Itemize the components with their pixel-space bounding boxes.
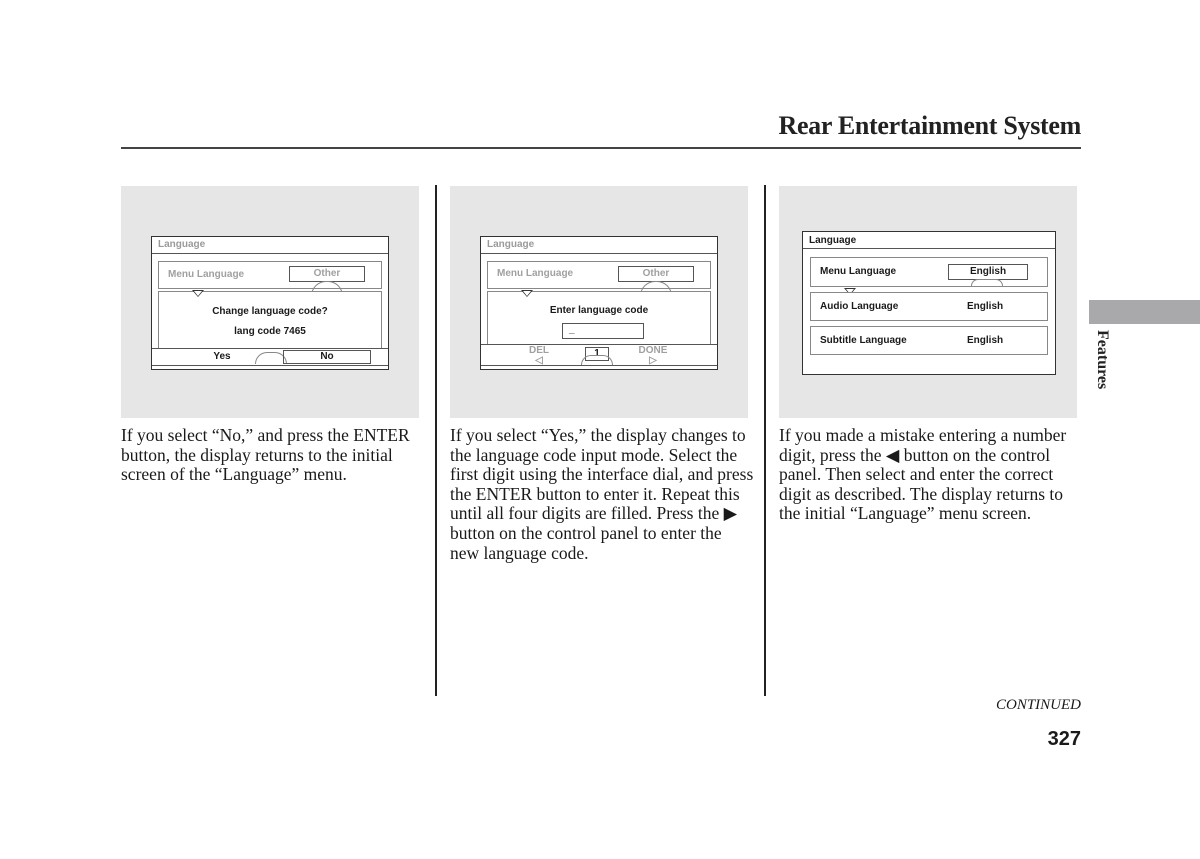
menu-language-row[interactable]: Menu Language English [810,257,1048,287]
caption-yes: If you select “Yes,” the display changes… [450,425,754,563]
language-code-input[interactable]: _ [562,323,644,339]
dialog-code: lang code 7465 [234,326,306,337]
right-arrow-icon: ▷ [649,355,657,366]
row-value[interactable]: Other [289,266,365,282]
down-triangle-icon [192,290,204,297]
row-value[interactable]: Other [618,266,694,282]
left-arrow-icon: ◁ [535,355,543,366]
title-rule [481,253,717,254]
subtitle-language-row[interactable]: Subtitle Language English [810,326,1048,355]
no-button[interactable]: No [283,350,371,364]
code-entry-dialog: Enter language code _ [487,301,711,346]
menu-language-row[interactable]: Menu Language Other [487,261,711,296]
caption-no: If you select “No,” and press the ENTER … [121,425,410,485]
dial-icon [581,355,613,365]
figure-confirm-dialog: Language Menu Language Other Change lang… [121,186,419,418]
figure-code-entry: Language Menu Language Other Enter langu… [450,186,748,418]
section-title: Rear Entertainment System [778,111,1081,140]
del-button[interactable]: DEL ◁ [521,346,557,366]
row-label: Menu Language [168,269,245,280]
row-value[interactable]: English [948,264,1028,280]
dial-icon [971,279,1003,286]
button-bar: Yes No [152,348,388,366]
confirm-dialog: Change language code? lang code 7465 [158,301,382,350]
screen-title: Language [158,239,206,250]
page-number: 327 [1047,728,1081,750]
row-value: English [967,301,1004,312]
row-value: English [967,335,1004,346]
row-label: Menu Language [820,266,897,277]
side-tab-label: Features [1094,330,1111,390]
title-rule [803,248,1055,249]
audio-language-row[interactable]: Audio Language English [810,292,1048,321]
title-rule [152,253,388,254]
dialog-prompt: Enter language code [549,305,649,316]
done-button[interactable]: DONE ▷ [631,346,675,366]
figure-language-menu: Language Menu Language English Audio Lan… [779,186,1077,418]
screen-display: Language Menu Language Other Enter langu… [480,236,718,370]
screen-title: Language [487,239,535,250]
column-divider [435,185,437,696]
row-label: Menu Language [497,268,574,279]
row-label: Audio Language [820,301,899,312]
caption-mistake: If you made a mistake entering a number … [779,425,1067,524]
screen-display: Language Menu Language Other Change lang… [151,236,389,370]
side-tab [1089,300,1200,324]
continued-label: CONTINUED [995,697,1081,713]
column-divider [764,185,766,696]
dialog-question: Change language code? [212,306,328,317]
header-rule [121,147,1081,149]
screen-display: Language Menu Language English Audio Lan… [802,231,1056,375]
screen-title: Language [809,235,857,246]
row-label: Subtitle Language [820,335,907,346]
down-triangle-icon [521,290,533,297]
menu-language-row[interactable]: Menu Language Other [158,261,382,296]
button-bar: DEL ◁ 1 DONE ▷ [481,344,717,366]
